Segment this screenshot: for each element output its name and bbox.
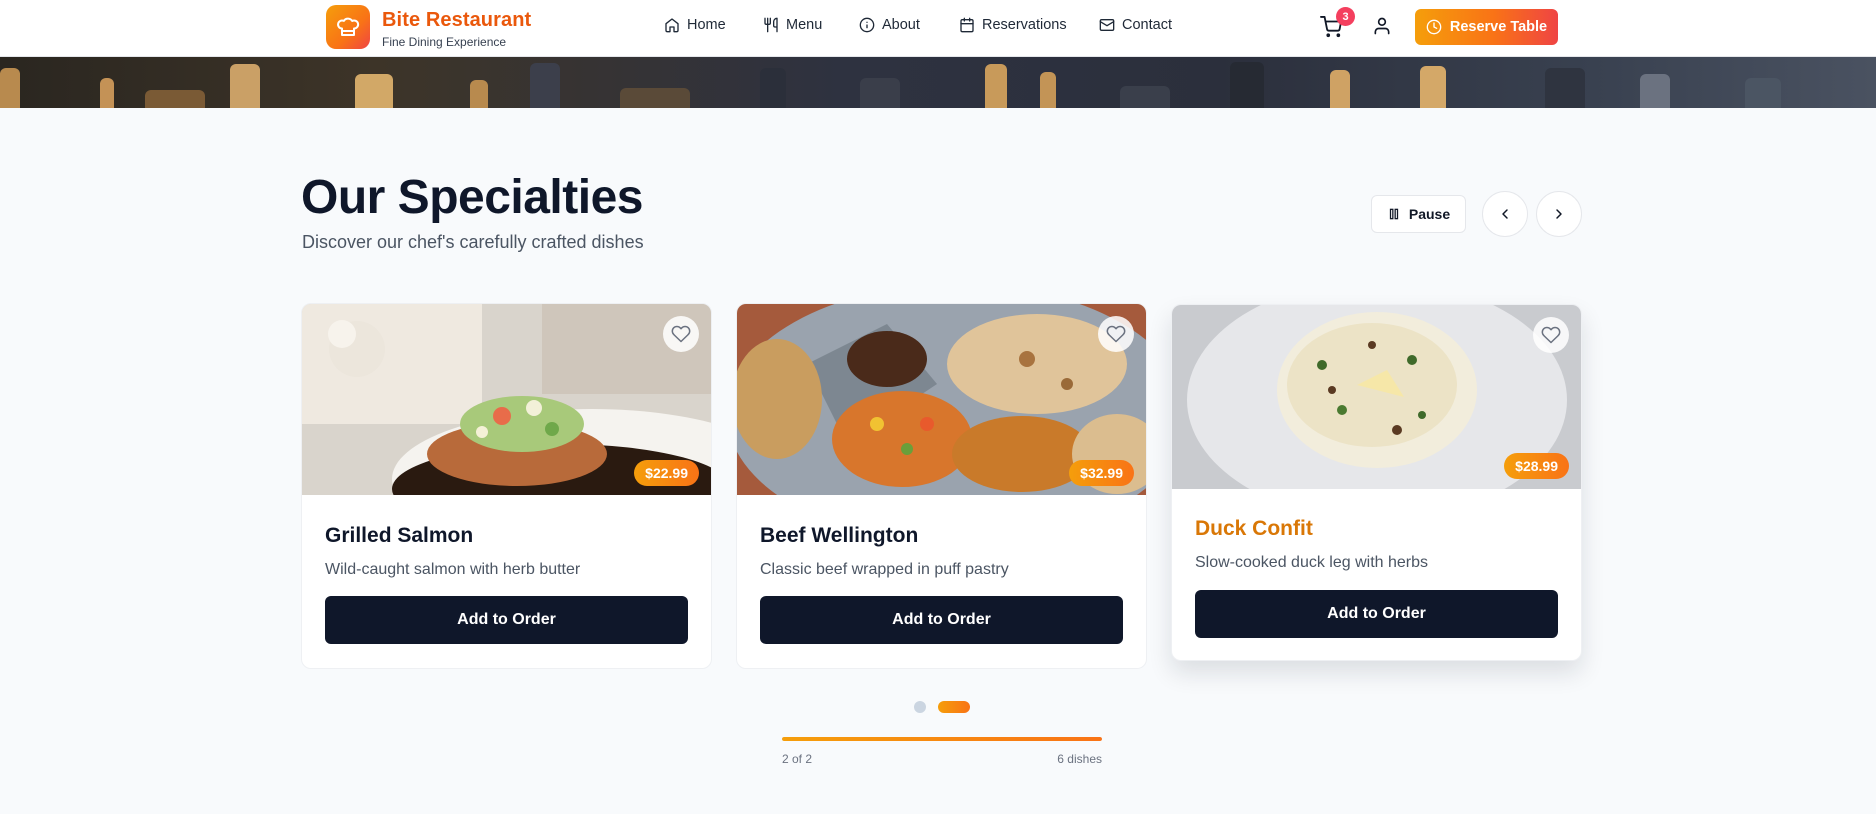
hero-image <box>0 57 1876 108</box>
carousel-dot-2-active[interactable] <box>938 701 970 713</box>
calendar-icon <box>960 17 974 33</box>
info-icon <box>859 17 875 33</box>
add-to-order-button[interactable]: Add to Order <box>760 596 1123 644</box>
price-badge: $28.99 <box>1504 453 1569 479</box>
dish-description: Wild-caught salmon with herb butter <box>325 561 581 578</box>
pause-icon <box>1389 208 1399 220</box>
price-badge: $22.99 <box>634 460 699 486</box>
heart-icon <box>1541 326 1561 344</box>
pause-label: Pause <box>1408 206 1451 222</box>
carousel-page-indicator: 2 of 2 <box>782 752 813 766</box>
mail-icon <box>1099 19 1115 31</box>
pause-button[interactable]: Pause <box>1371 195 1466 233</box>
nav-menu-label: Menu <box>786 17 823 33</box>
carousel-dish-count: 6 dishes <box>1057 752 1102 766</box>
chevron-right-icon <box>1556 209 1562 219</box>
reserve-table-label: Reserve Table <box>1449 19 1548 35</box>
reserve-table-button[interactable]: Reserve Table <box>1415 9 1558 45</box>
carousel-prev-button[interactable] <box>1482 191 1528 237</box>
dish-name: Beef Wellington <box>760 524 919 547</box>
dish-card: $32.99 Beef Wellington Classic beef wrap… <box>736 303 1147 669</box>
chevron-left-icon <box>1502 209 1508 219</box>
nav-contact-label: Contact <box>1122 17 1172 33</box>
cart-count-badge: 3 <box>1336 7 1355 26</box>
nav-home-label: Home <box>687 17 726 33</box>
nav-home[interactable]: Home <box>664 17 726 33</box>
nav-reservations-label: Reservations <box>982 17 1067 33</box>
heart-icon <box>1106 325 1126 343</box>
price-badge: $32.99 <box>1069 460 1134 486</box>
section-subtitle: Discover our chef's carefully crafted di… <box>302 232 644 252</box>
add-to-order-button[interactable]: Add to Order <box>325 596 688 644</box>
dish-card: $22.99 Grilled Salmon Wild-caught salmon… <box>301 303 712 669</box>
brand-name[interactable]: Bite Restaurant <box>382 9 531 32</box>
favorite-button[interactable] <box>1098 316 1134 352</box>
logo[interactable] <box>326 5 370 49</box>
nav-about[interactable]: About <box>859 17 920 33</box>
clock-icon <box>1426 19 1442 35</box>
favorite-button[interactable] <box>663 316 699 352</box>
add-to-order-button[interactable]: Add to Order <box>1195 590 1558 638</box>
section-title: Our Specialties <box>301 171 643 224</box>
carousel-progress-fill <box>782 737 1102 741</box>
user-icon <box>1374 17 1390 35</box>
account-button[interactable] <box>1372 16 1394 38</box>
chef-hat-icon <box>337 17 360 36</box>
brand-tagline: Fine Dining Experience <box>382 35 507 49</box>
dish-card: $28.99 Duck Confit Slow-cooked duck leg … <box>1171 304 1582 661</box>
nav-menu[interactable]: Menu <box>763 17 822 33</box>
carousel-dot-1[interactable] <box>914 701 926 713</box>
nav-about-label: About <box>882 17 920 33</box>
carousel-progress-bar <box>782 737 1102 741</box>
home-icon <box>665 18 679 33</box>
nav-contact[interactable]: Contact <box>1099 17 1172 33</box>
dish-name: Grilled Salmon <box>325 524 474 547</box>
favorite-button[interactable] <box>1533 317 1569 353</box>
carousel-next-button[interactable] <box>1536 191 1582 237</box>
utensils-icon <box>764 17 778 33</box>
dish-description: Classic beef wrapped in puff pastry <box>760 561 1009 578</box>
dish-name: Duck Confit <box>1195 517 1313 540</box>
heart-icon <box>671 325 691 343</box>
site-header: Bite Restaurant Fine Dining Experience H… <box>0 0 1876 57</box>
dish-description: Slow-cooked duck leg with herbs <box>1195 554 1429 571</box>
nav-reservations[interactable]: Reservations <box>959 17 1067 33</box>
